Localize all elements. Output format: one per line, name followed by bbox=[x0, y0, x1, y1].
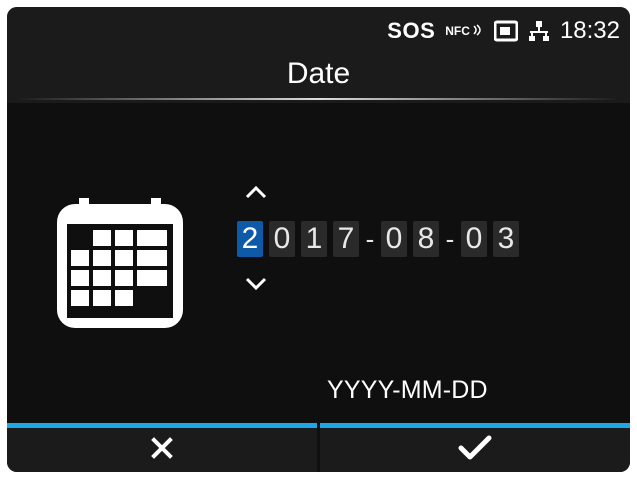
decrement-chevron-down-icon[interactable] bbox=[245, 277, 267, 291]
page-title: Date bbox=[286, 57, 351, 90]
digit-day-1[interactable]: 0 bbox=[461, 221, 487, 257]
cancel-button[interactable] bbox=[7, 423, 317, 472]
title-underline bbox=[17, 98, 620, 100]
calendar-icon bbox=[57, 192, 183, 328]
digit-year-4[interactable]: 7 bbox=[333, 221, 359, 257]
confirm-button-accent bbox=[320, 423, 630, 428]
digit-year-1[interactable]: 2 bbox=[237, 221, 263, 257]
cancel-button-accent bbox=[7, 423, 317, 428]
content-area: 2 0 1 7 - 0 8 - 0 3 YYYY-MM-DD bbox=[7, 103, 630, 423]
close-icon bbox=[151, 436, 173, 459]
digit-year-3[interactable]: 1 bbox=[301, 221, 327, 257]
date-format-label: YYYY-MM-DD bbox=[327, 376, 488, 404]
network-icon bbox=[528, 21, 549, 41]
sos-indicator: SOS bbox=[387, 18, 436, 43]
title-bar: Date bbox=[7, 53, 630, 103]
digit-month-2[interactable]: 8 bbox=[413, 221, 439, 257]
memory-card-icon bbox=[493, 20, 518, 42]
digit-day-2[interactable]: 3 bbox=[493, 221, 519, 257]
separator-dash: - bbox=[365, 223, 375, 254]
confirm-button[interactable] bbox=[320, 423, 630, 472]
digit-month-1[interactable]: 0 bbox=[381, 221, 407, 257]
nfc-signal-icon bbox=[473, 24, 481, 36]
check-icon bbox=[458, 435, 492, 459]
status-bar: SOS NFC 18:32 bbox=[7, 7, 630, 53]
bottom-action-bar bbox=[7, 423, 630, 472]
status-indicators: SOS NFC 18:32 bbox=[387, 17, 620, 45]
digit-year-2[interactable]: 0 bbox=[269, 221, 295, 257]
clock: 18:32 bbox=[559, 17, 620, 44]
separator-dash: - bbox=[445, 223, 455, 254]
date-digits: 2 0 1 7 - 0 8 - 0 3 bbox=[237, 221, 525, 257]
printer-screen: SOS NFC 18:32 Date 2 0 1 7 - 0 8 - 0 3 Y… bbox=[7, 7, 630, 472]
nfc-icon: NFC bbox=[445, 24, 484, 38]
nfc-label: NFC bbox=[445, 24, 470, 38]
increment-chevron-up-icon[interactable] bbox=[245, 185, 267, 199]
